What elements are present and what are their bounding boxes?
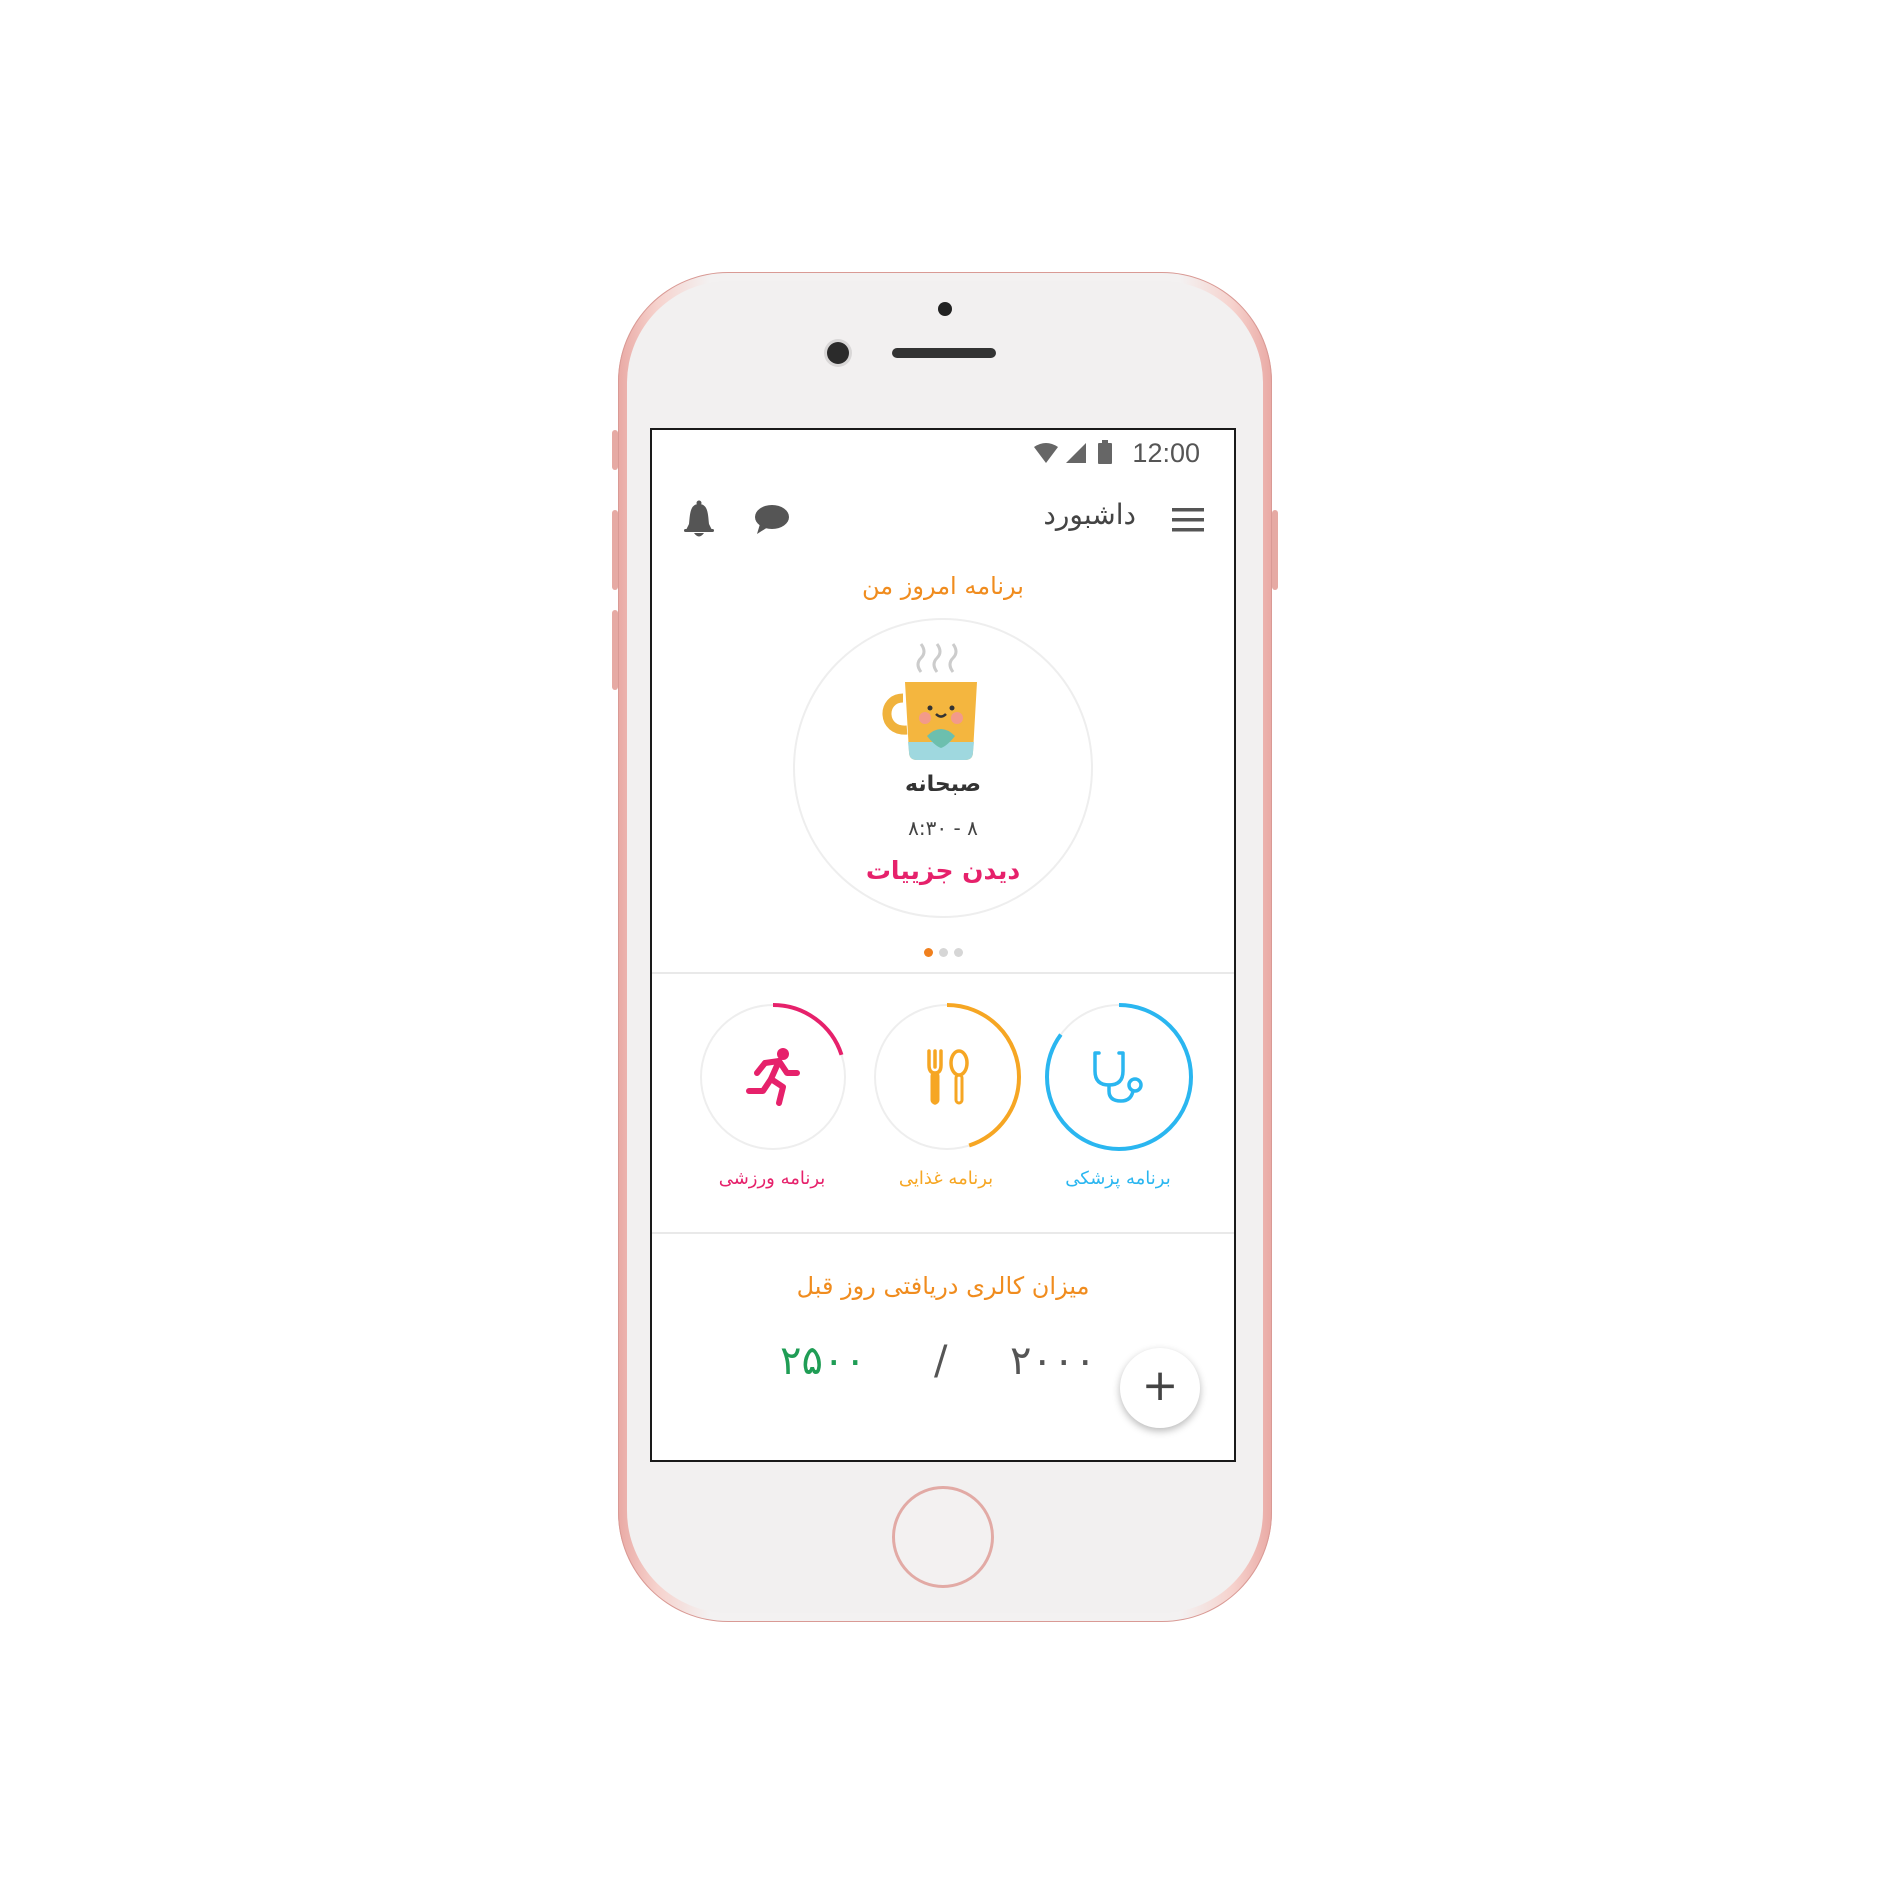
program-medical[interactable]: برنامه پزشکی (1038, 1002, 1198, 1212)
calorie-current: ۲۰۰۰ (1010, 1338, 1096, 1384)
page-title: داشبورد (1043, 498, 1136, 531)
calorie-target: ۲۵۰۰ (780, 1338, 866, 1384)
home-button[interactable] (892, 1486, 994, 1588)
bell-icon[interactable] (682, 500, 716, 538)
stethoscope-icon (1093, 1051, 1143, 1103)
view-details-link[interactable]: دیدن جزییات (795, 856, 1091, 885)
wifi-icon (1034, 443, 1058, 463)
running-icon (746, 1048, 800, 1106)
meal-time: ۸ - ۸:۳۰ (908, 816, 978, 840)
program-sports[interactable]: برنامه ورزشی (692, 1002, 852, 1212)
today-plan-title: برنامه امروز من (862, 572, 1024, 600)
carousel-dot-1[interactable] (923, 948, 933, 957)
program-label: برنامه پزشکی (1065, 1168, 1171, 1189)
section-divider (652, 1232, 1234, 1234)
battery-icon (1098, 440, 1112, 464)
fork-spoon-icon (927, 1049, 969, 1105)
front-camera (827, 342, 849, 364)
mute-switch (612, 430, 618, 470)
proximity-sensor (938, 302, 952, 316)
coffee-cup-icon (882, 643, 977, 760)
earpiece-speaker (892, 348, 996, 358)
cell-signal-icon (1066, 443, 1086, 463)
program-label: برنامه ورزشی (718, 1168, 826, 1189)
add-calorie-button[interactable]: + (1120, 1348, 1200, 1428)
status-bar: 12:00 (652, 430, 1234, 472)
hamburger-menu-icon[interactable] (1172, 508, 1204, 532)
carousel-dot-3[interactable] (953, 948, 963, 957)
calorie-separator: / (934, 1338, 948, 1384)
program-label: برنامه غذایی (898, 1168, 994, 1189)
power-button (1272, 510, 1278, 590)
carousel-indicator[interactable] (652, 942, 1234, 961)
section-divider (652, 972, 1234, 974)
app-screen: 12:00 داشبورد برنامه امروز من صبحانه ۸ -… (650, 428, 1236, 1462)
carousel-dot-2[interactable] (938, 948, 948, 957)
calories-title: میزان کالری دریافتی روز قبل (796, 1272, 1090, 1300)
status-time: 12:00 (1132, 438, 1200, 468)
volume-up-button (612, 510, 618, 590)
volume-down-button (612, 610, 618, 690)
chat-icon[interactable] (754, 504, 790, 536)
app-bar: داشبورد (652, 482, 1234, 562)
meal-card[interactable]: صبحانه ۸ - ۸:۳۰ دیدن جزییات (793, 618, 1093, 918)
program-food[interactable]: برنامه غذایی (866, 1002, 1026, 1212)
meal-name: صبحانه (905, 772, 981, 797)
